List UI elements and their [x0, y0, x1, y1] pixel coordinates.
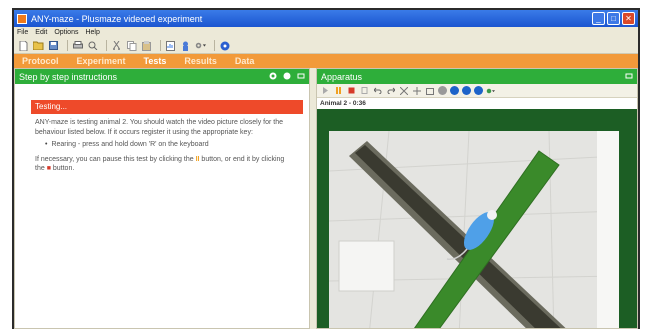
layers-dropdown-icon[interactable] [486, 86, 495, 95]
print-preview-icon[interactable] [87, 40, 98, 51]
pane-pin-icon[interactable] [283, 72, 291, 82]
tab-experiment[interactable]: Experiment [77, 56, 126, 66]
move-icon[interactable] [412, 86, 421, 95]
pane-minimize-icon[interactable] [625, 72, 633, 82]
view-option-2-icon[interactable] [462, 86, 471, 95]
zoom-fit-icon[interactable] [399, 86, 408, 95]
instruction-text-part: button. [52, 165, 75, 172]
tab-protocol[interactable]: Protocol [22, 56, 59, 66]
title-bar[interactable]: ANY-maze - Plusmaze videoed experiment _… [14, 10, 638, 27]
pause-icon: II [195, 155, 200, 163]
view-option-1-icon[interactable] [450, 86, 459, 95]
instruction-paragraph: If necessary, you can pause this test by… [35, 155, 290, 174]
settings-dropdown-icon[interactable] [195, 40, 206, 51]
menu-file[interactable]: File [17, 29, 28, 36]
window-title: ANY-maze - Plusmaze videoed experiment [31, 13, 203, 24]
plus-maze-video-image [329, 131, 619, 328]
menu-bar: File Edit Options Help [14, 27, 638, 38]
new-file-icon[interactable] [18, 40, 29, 51]
stop-button-icon[interactable] [347, 86, 356, 95]
screenshot-frame: ANY-maze - Plusmaze videoed experiment _… [12, 8, 640, 329]
report-icon[interactable] [165, 40, 176, 51]
instructions-pane-title: Step by step instructions [19, 71, 118, 82]
instruction-paragraph: ANY-maze is testing animal 2. You should… [35, 119, 283, 136]
help-icon[interactable] [219, 40, 230, 51]
tab-tests[interactable]: Tests [144, 56, 167, 66]
pane-options-icon[interactable] [269, 72, 277, 82]
apparatus-pane-header: Apparatus [317, 69, 637, 84]
print-icon[interactable] [72, 40, 83, 51]
stop-icon: ■ [46, 165, 51, 172]
tab-results[interactable]: Results [184, 56, 217, 66]
maximize-button[interactable]: □ [607, 12, 620, 25]
redo-icon[interactable] [386, 86, 395, 95]
toolbar-separator [160, 40, 161, 51]
toolbar-separator [67, 40, 68, 51]
apparatus-pane-title: Apparatus [321, 71, 363, 82]
close-button[interactable]: ✕ [622, 12, 635, 25]
play-icon[interactable] [321, 86, 330, 95]
toolbar-separator [106, 40, 107, 51]
workspace: Step by step instructions Testing... ANY… [14, 68, 638, 329]
app-window: ANY-maze - Plusmaze videoed experiment _… [14, 10, 638, 329]
menu-edit[interactable]: Edit [35, 29, 47, 36]
app-icon [17, 13, 27, 24]
status-bar: Testing... [31, 100, 303, 114]
video-frame [317, 109, 637, 328]
tab-data[interactable]: Data [235, 56, 255, 66]
paste-icon[interactable] [141, 40, 152, 51]
undo-icon[interactable] [373, 86, 382, 95]
settings-round-icon[interactable] [438, 86, 447, 95]
animal-time-label: Animal 2 - 0:36 [317, 98, 637, 109]
instruction-text-part: If necessary, you can pause this test by… [35, 155, 194, 163]
apparatus-toolbar [317, 84, 637, 98]
instructions-text: ANY-maze is testing animal 2. You should… [35, 118, 290, 174]
copy-icon[interactable] [126, 40, 137, 51]
instructions-pane: Step by step instructions Testing... ANY… [14, 68, 310, 329]
main-toolbar [14, 38, 638, 54]
video-feed[interactable] [329, 131, 619, 328]
animal-icon[interactable] [180, 40, 191, 51]
save-icon[interactable] [48, 40, 59, 51]
record-icon[interactable] [360, 86, 369, 95]
toolbar-separator [214, 40, 215, 51]
pane-minimize-icon[interactable] [297, 72, 305, 82]
view-option-3-icon[interactable] [474, 86, 483, 95]
cut-icon[interactable] [111, 40, 122, 51]
module-tab-bar: Protocol Experiment Tests Results Data [14, 54, 638, 68]
menu-options[interactable]: Options [54, 29, 78, 36]
behaviour-list-item: Rearing - press and hold down 'R' on the… [45, 140, 290, 150]
snapshot-icon[interactable] [425, 86, 434, 95]
instructions-pane-header: Step by step instructions [15, 69, 309, 84]
open-folder-icon[interactable] [33, 40, 44, 51]
apparatus-pane: Apparatus Animal 2 - 0:36 [316, 68, 638, 329]
minimize-button[interactable]: _ [592, 12, 605, 25]
menu-help[interactable]: Help [85, 29, 99, 36]
pause-button-icon[interactable] [334, 86, 343, 95]
